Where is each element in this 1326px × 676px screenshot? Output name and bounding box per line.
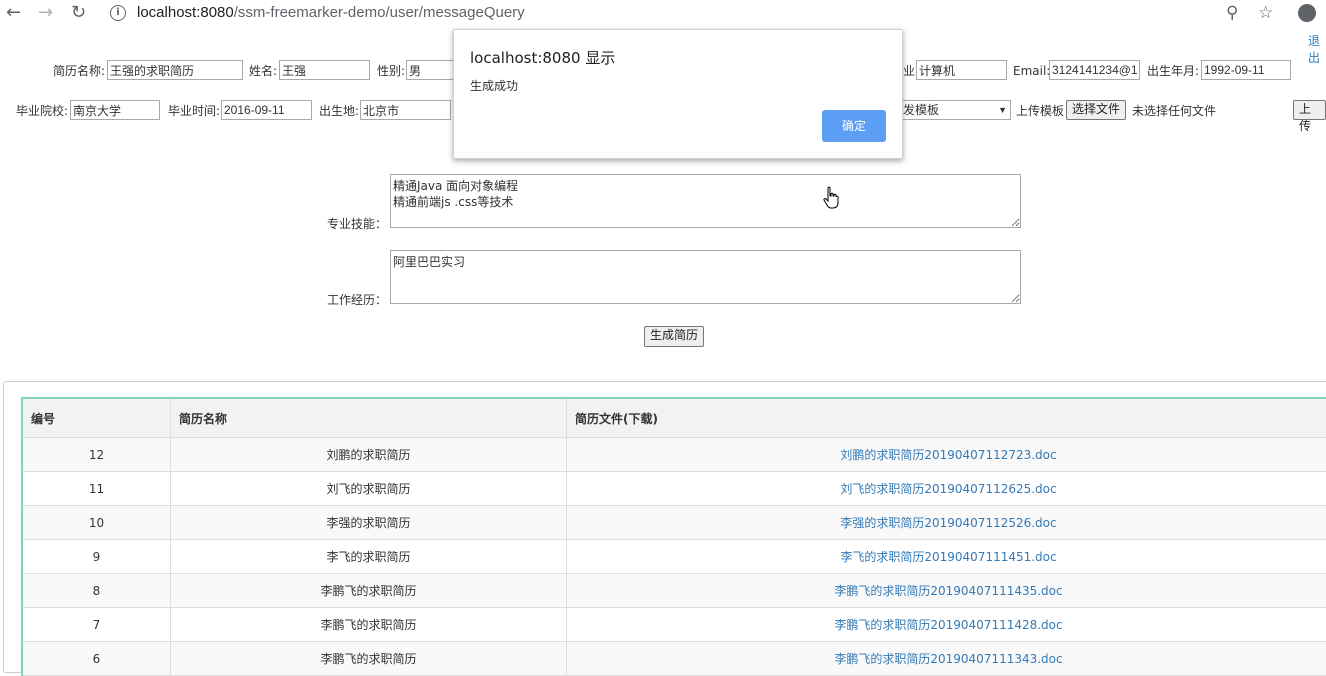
table-row: 6李鹏飞的求职简历 李鹏飞的求职简历20190407111343.doc <box>22 642 1326 676</box>
major-input[interactable] <box>916 60 1007 80</box>
birthplace-input[interactable] <box>360 100 451 120</box>
column-header-id: 编号 <box>22 398 171 438</box>
logout-link[interactable]: 退出 <box>1308 32 1326 66</box>
cell-file: 李强的求职简历20190407112526.doc <box>567 506 1326 540</box>
site-info-icon[interactable]: i <box>110 5 126 21</box>
download-link[interactable]: 李飞的求职简历20190407111451.doc <box>840 550 1056 564</box>
grad-time-label: 毕业时间: <box>168 103 220 119</box>
column-header-file: 简历文件(下载) <box>567 398 1326 438</box>
birth-input[interactable] <box>1201 60 1291 80</box>
no-file-text: 未选择任何文件 <box>1132 103 1216 119</box>
table-row: 12刘鹏的求职简历 刘鹏的求职简历20190407112723.doc <box>22 438 1326 472</box>
gender-label: 性别: <box>377 63 405 79</box>
table-row: 8李鹏飞的求职简历 李鹏飞的求职简历20190407111435.doc <box>22 574 1326 608</box>
cell-file: 李鹏飞的求职简历20190407111435.doc <box>567 574 1326 608</box>
dialog-title: localhost:8080 显示 <box>470 47 615 68</box>
name-input[interactable] <box>279 60 370 80</box>
download-link[interactable]: 李鹏飞的求职简历20190407111343.doc <box>834 652 1062 666</box>
zoom-icon[interactable]: ⚲ <box>1226 3 1238 23</box>
account-icon[interactable] <box>1298 4 1316 22</box>
table-row: 11刘飞的求职简历 刘飞的求职简历20190407112625.doc <box>22 472 1326 506</box>
cell-id: 12 <box>22 438 171 472</box>
url-host: localhost:8080 <box>137 4 234 21</box>
cell-file: 刘飞的求职简历20190407112625.doc <box>567 472 1326 506</box>
reload-icon[interactable]: ↻ <box>71 3 86 23</box>
cell-file: 刘鹏的求职简历20190407112723.doc <box>567 438 1326 472</box>
upload-template-label: 上传模板 <box>1016 103 1064 119</box>
dialog-message: 生成成功 <box>470 77 518 94</box>
cell-name: 李强的求职简历 <box>171 506 567 540</box>
choose-file-button[interactable]: 选择文件 <box>1066 100 1126 120</box>
email-input[interactable] <box>1049 60 1140 80</box>
template-select-value: 发模板 <box>903 103 939 117</box>
table-row: 10李强的求职简历 李强的求职简历20190407112526.doc <box>22 506 1326 540</box>
table-row: 9李飞的求职简历 李飞的求职简历20190407111451.doc <box>22 540 1326 574</box>
cell-file: 李飞的求职简历20190407111451.doc <box>567 540 1326 574</box>
download-link[interactable]: 李鹏飞的求职简历20190407111435.doc <box>834 584 1062 598</box>
school-input[interactable] <box>70 100 160 120</box>
url-path: /ssm-freemarker-demo/user/messageQuery <box>234 4 525 21</box>
cell-name: 李鹏飞的求职简历 <box>171 574 567 608</box>
alert-dialog: localhost:8080 显示 生成成功 确定 <box>453 29 903 159</box>
birthplace-label: 出生地: <box>319 103 359 119</box>
download-link[interactable]: 李强的求职简历20190407112526.doc <box>840 516 1056 530</box>
cell-id: 11 <box>22 472 171 506</box>
column-header-name: 简历名称 <box>171 398 567 438</box>
chevron-down-icon: ▼ <box>998 101 1007 119</box>
skills-label: 专业技能： <box>327 216 387 232</box>
email-label: Email: <box>1013 63 1050 79</box>
gender-input[interactable] <box>406 60 456 80</box>
skills-textarea[interactable]: 精通Java 面向对象编程 精通前端js .css等技术 <box>390 174 1021 228</box>
download-link[interactable]: 李鹏飞的求职简历20190407111428.doc <box>834 618 1062 632</box>
experience-label: 工作经历： <box>327 292 387 308</box>
cell-name: 刘鹏的求职简历 <box>171 438 567 472</box>
name-label: 姓名: <box>249 63 277 79</box>
cell-id: 8 <box>22 574 171 608</box>
cell-file: 李鹏飞的求职简历20190407111343.doc <box>567 642 1326 676</box>
cell-file: 李鹏飞的求职简历20190407111428.doc <box>567 608 1326 642</box>
browser-toolbar: ← → ↻ i localhost:8080/ssm-freemarker-de… <box>0 0 1326 27</box>
cell-id: 10 <box>22 506 171 540</box>
upload-button[interactable]: 上传 <box>1293 100 1326 120</box>
cell-id: 6 <box>22 642 171 676</box>
download-link[interactable]: 刘飞的求职简历20190407112625.doc <box>840 482 1056 496</box>
dialog-ok-button[interactable]: 确定 <box>822 110 886 142</box>
resume-table: 编号 简历名称 简历文件(下载) 12刘鹏的求职简历 刘鹏的求职简历2019040… <box>21 397 1326 676</box>
back-arrow-icon[interactable]: ← <box>6 3 21 23</box>
resume-name-label: 简历名称: <box>53 63 105 79</box>
cell-name: 刘飞的求职简历 <box>171 472 567 506</box>
template-select[interactable]: 发模板 ▼ <box>900 100 1011 120</box>
generate-resume-button[interactable]: 生成简历 <box>644 326 704 347</box>
hand-cursor-icon <box>822 186 840 210</box>
forward-arrow-icon[interactable]: → <box>38 3 53 23</box>
school-label: 毕业院校: <box>16 103 68 119</box>
cell-id: 9 <box>22 540 171 574</box>
download-link[interactable]: 刘鹏的求职简历20190407112723.doc <box>840 448 1056 462</box>
birth-label: 出生年月: <box>1147 63 1199 79</box>
address-bar[interactable]: localhost:8080/ssm-freemarker-demo/user/… <box>137 4 525 22</box>
resume-name-input[interactable] <box>107 60 243 80</box>
cell-name: 李鹏飞的求职简历 <box>171 608 567 642</box>
experience-textarea[interactable]: 阿里巴巴实习 <box>390 250 1021 304</box>
table-row: 7李鹏飞的求职简历 李鹏飞的求职简历20190407111428.doc <box>22 608 1326 642</box>
cell-name: 李飞的求职简历 <box>171 540 567 574</box>
cell-id: 7 <box>22 608 171 642</box>
grad-time-input[interactable] <box>221 100 312 120</box>
cell-name: 李鹏飞的求职简历 <box>171 642 567 676</box>
table-header-row: 编号 简历名称 简历文件(下载) <box>22 398 1326 438</box>
bookmark-star-icon[interactable]: ☆ <box>1258 3 1273 23</box>
